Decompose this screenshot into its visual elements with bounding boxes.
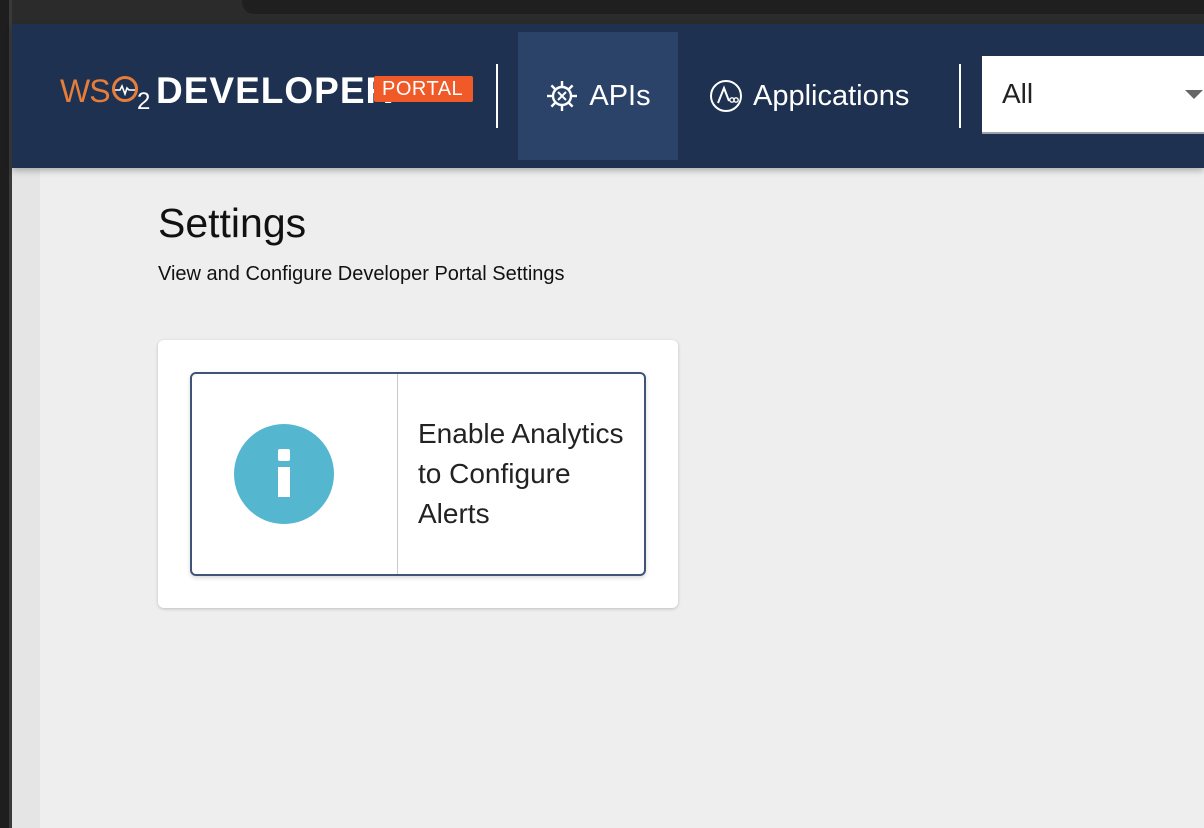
browser-toolbar <box>12 0 1204 24</box>
info-icon <box>234 424 334 524</box>
page-side-shadow <box>12 168 40 828</box>
applications-icon <box>709 79 743 113</box>
info-icon-stem <box>278 467 290 497</box>
app-header: WS 2 DEVELOPER PORTAL APIs Applications … <box>12 24 1204 168</box>
page-title: Settings <box>158 200 307 246</box>
browser-url-bar[interactable] <box>242 0 1204 14</box>
gear-icon <box>545 79 579 113</box>
nav-applications[interactable]: Applications <box>709 32 909 160</box>
chevron-down-icon[interactable] <box>1185 90 1203 99</box>
analytics-alert-card: Enable Analytics to Configure Alerts <box>190 372 646 576</box>
logo-ws-text: WS <box>60 73 111 109</box>
alert-icon-cell <box>192 374 398 574</box>
header-divider <box>959 64 961 128</box>
logo-developer-text: DEVELOPER <box>156 70 394 111</box>
header-divider <box>496 64 498 128</box>
nav-apis[interactable]: APIs <box>518 32 678 160</box>
alert-message: Enable Analytics to Configure Alerts <box>418 418 624 529</box>
api-scope-select[interactable]: All <box>982 56 1204 134</box>
settings-panel: Enable Analytics to Configure Alerts <box>158 340 678 608</box>
page-subtitle: View and Configure Developer Portal Sett… <box>158 263 565 285</box>
logo-two-text: 2 <box>137 88 151 115</box>
nav-apis-label: APIs <box>589 79 651 112</box>
scope-select-value: All <box>1002 78 1034 109</box>
logo-pulse-icon <box>112 76 138 102</box>
info-icon-dot <box>278 449 290 461</box>
nav-applications-label: Applications <box>753 79 910 112</box>
logo-portal-badge: PORTAL <box>374 76 474 102</box>
